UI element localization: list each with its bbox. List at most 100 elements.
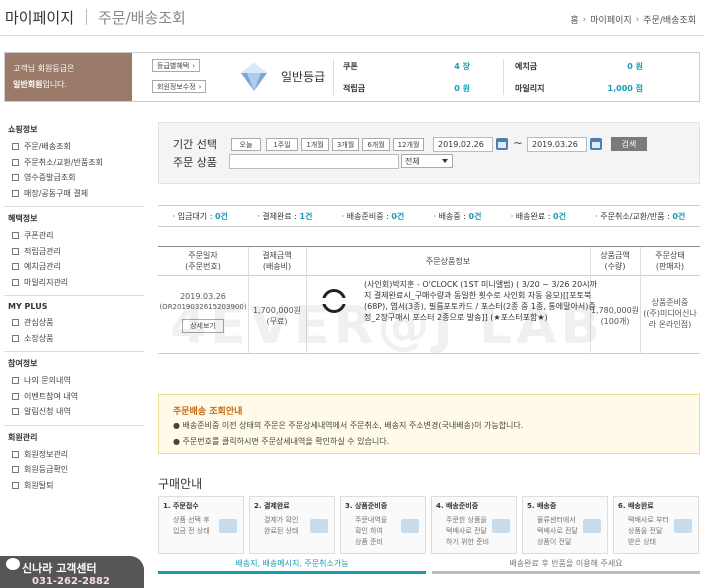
sidebar-item-label: 회원등급확인	[24, 465, 69, 475]
breadcrumb-home[interactable]: 홈	[570, 13, 578, 26]
divider	[503, 59, 504, 95]
sidebar-item[interactable]: 영수증발급조회	[4, 170, 144, 186]
status-select[interactable]: 전체	[401, 154, 453, 168]
grade-benefit-button[interactable]: 등급별혜택 ›	[152, 59, 201, 72]
header-line: 상품금액	[600, 251, 630, 260]
period-12month-button[interactable]: 12개월	[393, 138, 424, 151]
step-description-line: 받은 상태	[628, 538, 656, 546]
sidebar-item-label: 매장/공동구매 결제	[24, 188, 89, 198]
return-bar: 배송완료 후 반품을 이용해 주세요	[432, 556, 700, 574]
sidebar-item[interactable]: 주문취소/교환/반품조회	[4, 155, 144, 171]
breadcrumb: 홈 › 마이페이지 › 주문/배송조회	[570, 13, 696, 27]
guide-text: 주문번호를 클릭하시면 주문상세내역을 확인하실 수 있습니다.	[182, 437, 390, 446]
sidebar-item[interactable]: 소장상품	[4, 331, 144, 347]
period-label: 기간 선택	[173, 138, 217, 151]
nav-section: 쇼핑정보 주문/배송조회 주문취소/교환/반품조회 영수증발급조회 매장/공동구매 결제	[4, 124, 144, 201]
checkbox-icon	[12, 189, 19, 197]
page-subtitle: 주문/배송조회	[98, 9, 186, 27]
chevron-right-icon: ›	[198, 82, 202, 91]
sidebar-item[interactable]: 알림신청 내역	[4, 404, 144, 420]
sidebar-item[interactable]: 주문/배송조회	[4, 139, 144, 155]
step-description-line: 결제가 확인	[264, 516, 299, 524]
step-description-line: 하기 위한 준비	[446, 538, 490, 546]
delivery-box-icon	[674, 519, 692, 533]
status-count[interactable]: 0건	[469, 212, 482, 221]
delivery-box-icon	[401, 519, 419, 533]
product-label: 주문 상품	[173, 156, 217, 169]
step-title: 6. 배송완료	[618, 502, 654, 510]
checkbox-icon	[12, 334, 19, 342]
delivery-box-icon	[583, 519, 601, 533]
sidebar-item[interactable]: 매장/공동구매 결제	[4, 186, 144, 202]
period-1week-button[interactable]: 1주일	[266, 138, 298, 151]
nav-section-title: MY PLUS	[8, 302, 48, 311]
period-3month-button[interactable]: 3개월	[332, 138, 359, 151]
status-count[interactable]: 0건	[391, 212, 404, 221]
diamond-grade-icon	[241, 63, 267, 91]
sidebar-item[interactable]: 나의 문의내역	[4, 373, 144, 389]
product-search-input[interactable]	[229, 154, 399, 169]
sidebar-item[interactable]: 회원정보관리	[4, 447, 144, 463]
sidebar-item[interactable]: 관심상품	[4, 315, 144, 331]
sidebar-item[interactable]: 적립금관리	[4, 244, 144, 260]
grade-sentence: 일반회원입니다.	[13, 79, 67, 90]
mileage-value[interactable]: 1,000 점	[595, 83, 643, 94]
date-to-input[interactable]: 2019.03.26	[527, 137, 587, 152]
grade-name-bold: 일반회원	[13, 80, 43, 89]
nav-section: 회원관리 회원정보관리 회원등급확인 회원탈퇴	[4, 424, 144, 494]
points-label: 적립금	[343, 84, 366, 93]
grade-benefit-label: 등급별혜택	[157, 61, 190, 70]
nav-section-title: 혜택정보	[8, 214, 38, 223]
step-description-line: 택배사로 전달	[446, 527, 487, 535]
sidebar-nav: 쇼핑정보 주문/배송조회 주문취소/교환/반품조회 영수증발급조회 매장/공동구매 결제…	[4, 124, 144, 493]
sidebar-item[interactable]: 회원등급확인	[4, 462, 144, 478]
divider	[333, 59, 334, 95]
period-1month-button[interactable]: 1개월	[301, 138, 329, 151]
search-button[interactable]: 검색	[611, 137, 647, 151]
edit-member-label: 회원정보수정	[157, 82, 196, 91]
title-divider	[86, 9, 87, 25]
checkbox-icon	[12, 466, 19, 474]
header-line: 주문상품정보	[425, 256, 471, 266]
period-6month-button[interactable]: 6개월	[362, 138, 390, 151]
calendar-icon[interactable]	[590, 138, 602, 150]
sidebar-item[interactable]: 쿠폰관리	[4, 228, 144, 244]
deposit-value[interactable]: 0 원	[595, 61, 643, 72]
header-line: 주문상태	[655, 251, 685, 260]
sidebar-item[interactable]: 이벤트참여 내역	[4, 389, 144, 405]
checkbox-icon	[12, 377, 19, 385]
breadcrumb-mypage[interactable]: 마이페이지	[590, 13, 631, 26]
member-summary: 고객님 회원등급은 일반회원입니다. 등급별혜택 › 회원정보수정 › 일반등급…	[4, 52, 700, 102]
sidebar-item[interactable]: 마일리지관리	[4, 275, 144, 291]
step-description-line: 물류센터에서	[537, 516, 576, 524]
period-today-button[interactable]: 오늘	[231, 138, 261, 151]
date-from-input[interactable]: 2019.02.26	[433, 137, 493, 152]
step-description-line: 상품을 전달	[628, 527, 663, 535]
calendar-icon[interactable]	[496, 138, 508, 150]
guide-title: 주문배송 조회안내	[173, 407, 243, 417]
points-value[interactable]: 0 원	[425, 83, 470, 94]
grade-banner: 고객님 회원등급은 일반회원입니다.	[5, 53, 132, 101]
purchase-guide-title: 구매안내	[158, 477, 203, 491]
sidebar-item-label: 주문/배송조회	[24, 142, 71, 152]
step-title: 3. 상품준비중	[345, 502, 388, 510]
chevron-down-icon	[442, 159, 448, 163]
checkbox-icon	[12, 408, 19, 416]
search-panel: 기간 선택 주문 상품 오늘 1주일 1개월 3개월 6개월 12개월 2019…	[158, 122, 700, 184]
deposit-label: 예치금	[515, 62, 538, 71]
status-count[interactable]: 0건	[553, 212, 566, 221]
sidebar-item[interactable]: 회원탈퇴	[4, 478, 144, 494]
purchase-step: 3. 상품준비중 주문내역을 확인 하여 상품 준비	[340, 496, 426, 554]
step-description: 택배사로 부터 상품을 전달 받은 상태	[628, 515, 669, 548]
sidebar-item[interactable]: 예치금관리	[4, 259, 144, 275]
edit-member-button[interactable]: 회원정보수정 ›	[152, 80, 207, 93]
status-count[interactable]: 0건	[215, 212, 228, 221]
step-description: 물류센터에서 택배사로 전달 상품이 전달	[537, 515, 578, 548]
customer-center[interactable]: 신나라 고객센터 031-262-2882	[0, 556, 144, 588]
status-count[interactable]: 1건	[299, 212, 312, 221]
step-description-line: 입금 전 상태	[173, 527, 210, 535]
guide-line: ● 주문번호를 클릭하시면 주문상세내역을 확인하실 수 있습니다.	[173, 437, 390, 446]
watermark: 4EVER@J LAB	[170, 296, 604, 356]
coupon-value[interactable]: 4 장	[425, 61, 470, 72]
status-count[interactable]: 0건	[672, 212, 685, 221]
